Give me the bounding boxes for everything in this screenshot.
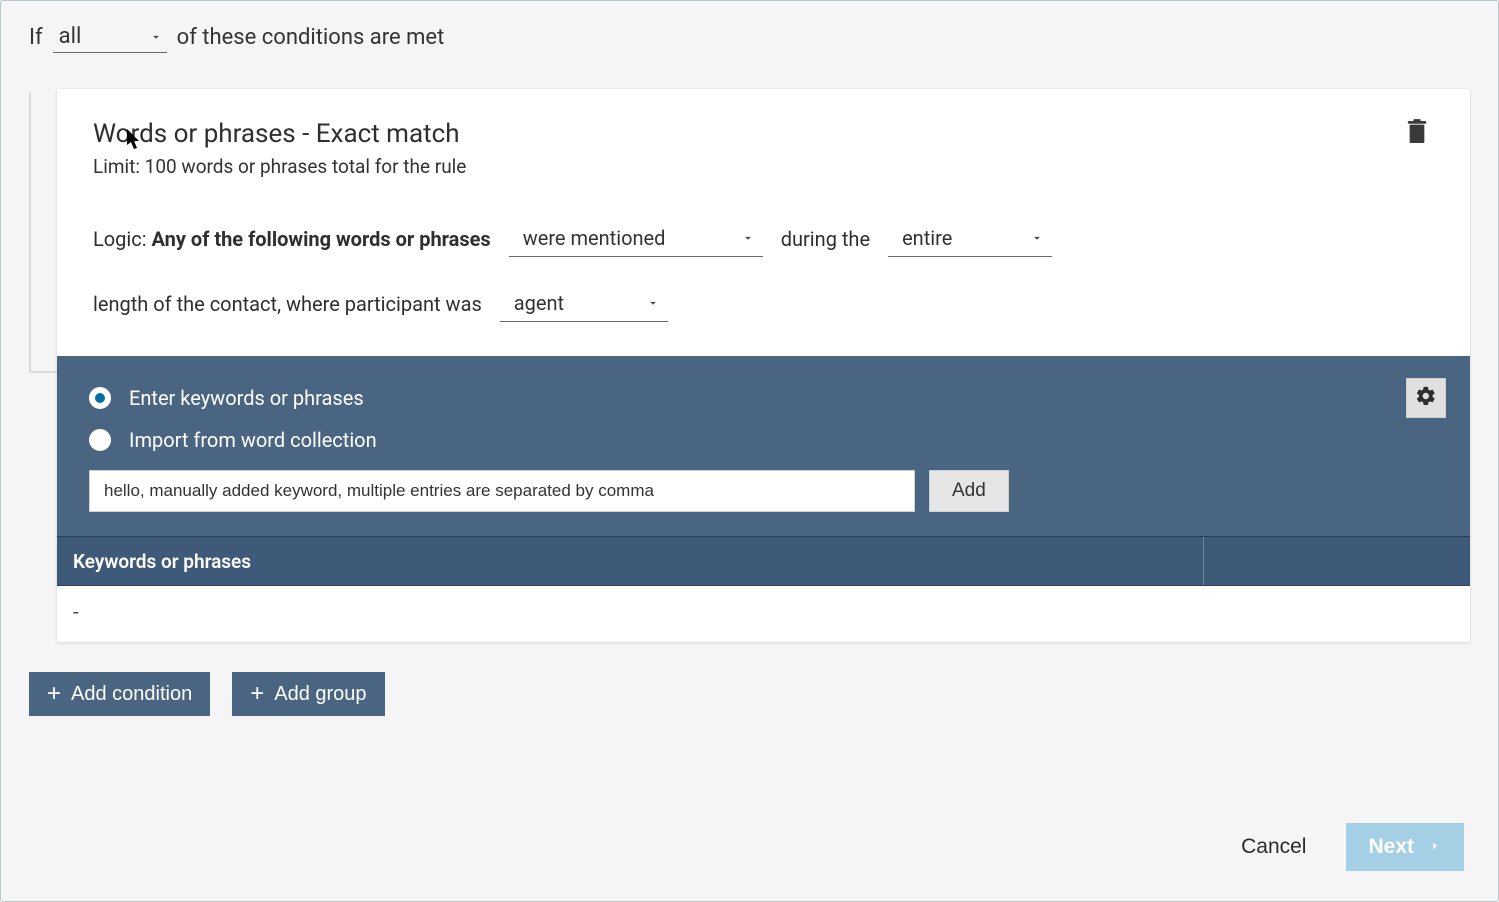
next-button[interactable]: Next [1346, 823, 1464, 871]
add-group-button[interactable]: + Add group [232, 672, 384, 716]
add-keyword-button[interactable]: Add [929, 470, 1009, 512]
condition-card: Words or phrases - Exact match Limit: 10… [57, 89, 1470, 642]
duration-value: entire [902, 226, 952, 250]
add-group-label: Add group [274, 683, 366, 706]
plus-icon: + [47, 682, 61, 706]
add-condition-label: Add condition [71, 683, 192, 706]
chevron-right-icon [1428, 835, 1442, 859]
mention-value: were mentioned [523, 226, 666, 250]
radio-selected-indicator [95, 393, 105, 403]
card-subtitle: Limit: 100 words or phrases total for th… [93, 155, 466, 178]
keywords-table-header: Keywords or phrases [57, 536, 1470, 586]
radio-enter-keywords[interactable] [89, 387, 111, 409]
participant-value: agent [514, 291, 564, 315]
condition-sentence: If all of these conditions are met [29, 21, 1470, 53]
of-these-label: of these conditions are met [177, 25, 445, 50]
radio-enter-label: Enter keywords or phrases [129, 386, 364, 410]
quantifier-value: all [59, 24, 82, 49]
plus-icon: + [250, 682, 264, 706]
chevron-down-icon [149, 30, 163, 44]
radio-import-collection[interactable] [89, 429, 111, 451]
chevron-down-icon [1030, 231, 1044, 245]
quantifier-select[interactable]: all [53, 21, 167, 53]
chevron-down-icon [646, 296, 660, 310]
add-condition-button[interactable]: + Add condition [29, 672, 210, 716]
table-header-col1: Keywords or phrases [57, 537, 1204, 585]
card-title: Words or phrases - Exact match [93, 119, 466, 149]
length-label: length of the contact, where participant… [93, 292, 482, 316]
trash-icon [1406, 130, 1428, 149]
cancel-button[interactable]: Cancel [1241, 835, 1306, 859]
radio-import-label: Import from word collection [129, 428, 377, 452]
table-row: - [57, 586, 1470, 642]
group-connector-rail [29, 93, 57, 373]
delete-condition-button[interactable] [1406, 119, 1434, 151]
keywords-input[interactable] [89, 470, 915, 512]
keyword-entry-panel: Enter keywords or phrases Import from wo… [57, 356, 1470, 536]
logic-label: Logic: Any of the following words or phr… [93, 227, 491, 251]
duration-select[interactable]: entire [888, 220, 1052, 257]
table-row-value: - [73, 600, 79, 624]
next-label: Next [1368, 835, 1414, 859]
during-label: during the [781, 227, 870, 251]
gear-icon [1415, 385, 1437, 411]
chevron-down-icon [741, 231, 755, 245]
participant-select[interactable]: agent [500, 285, 668, 322]
if-label: If [29, 25, 43, 50]
mention-select[interactable]: were mentioned [509, 220, 763, 257]
settings-button[interactable] [1406, 378, 1446, 418]
